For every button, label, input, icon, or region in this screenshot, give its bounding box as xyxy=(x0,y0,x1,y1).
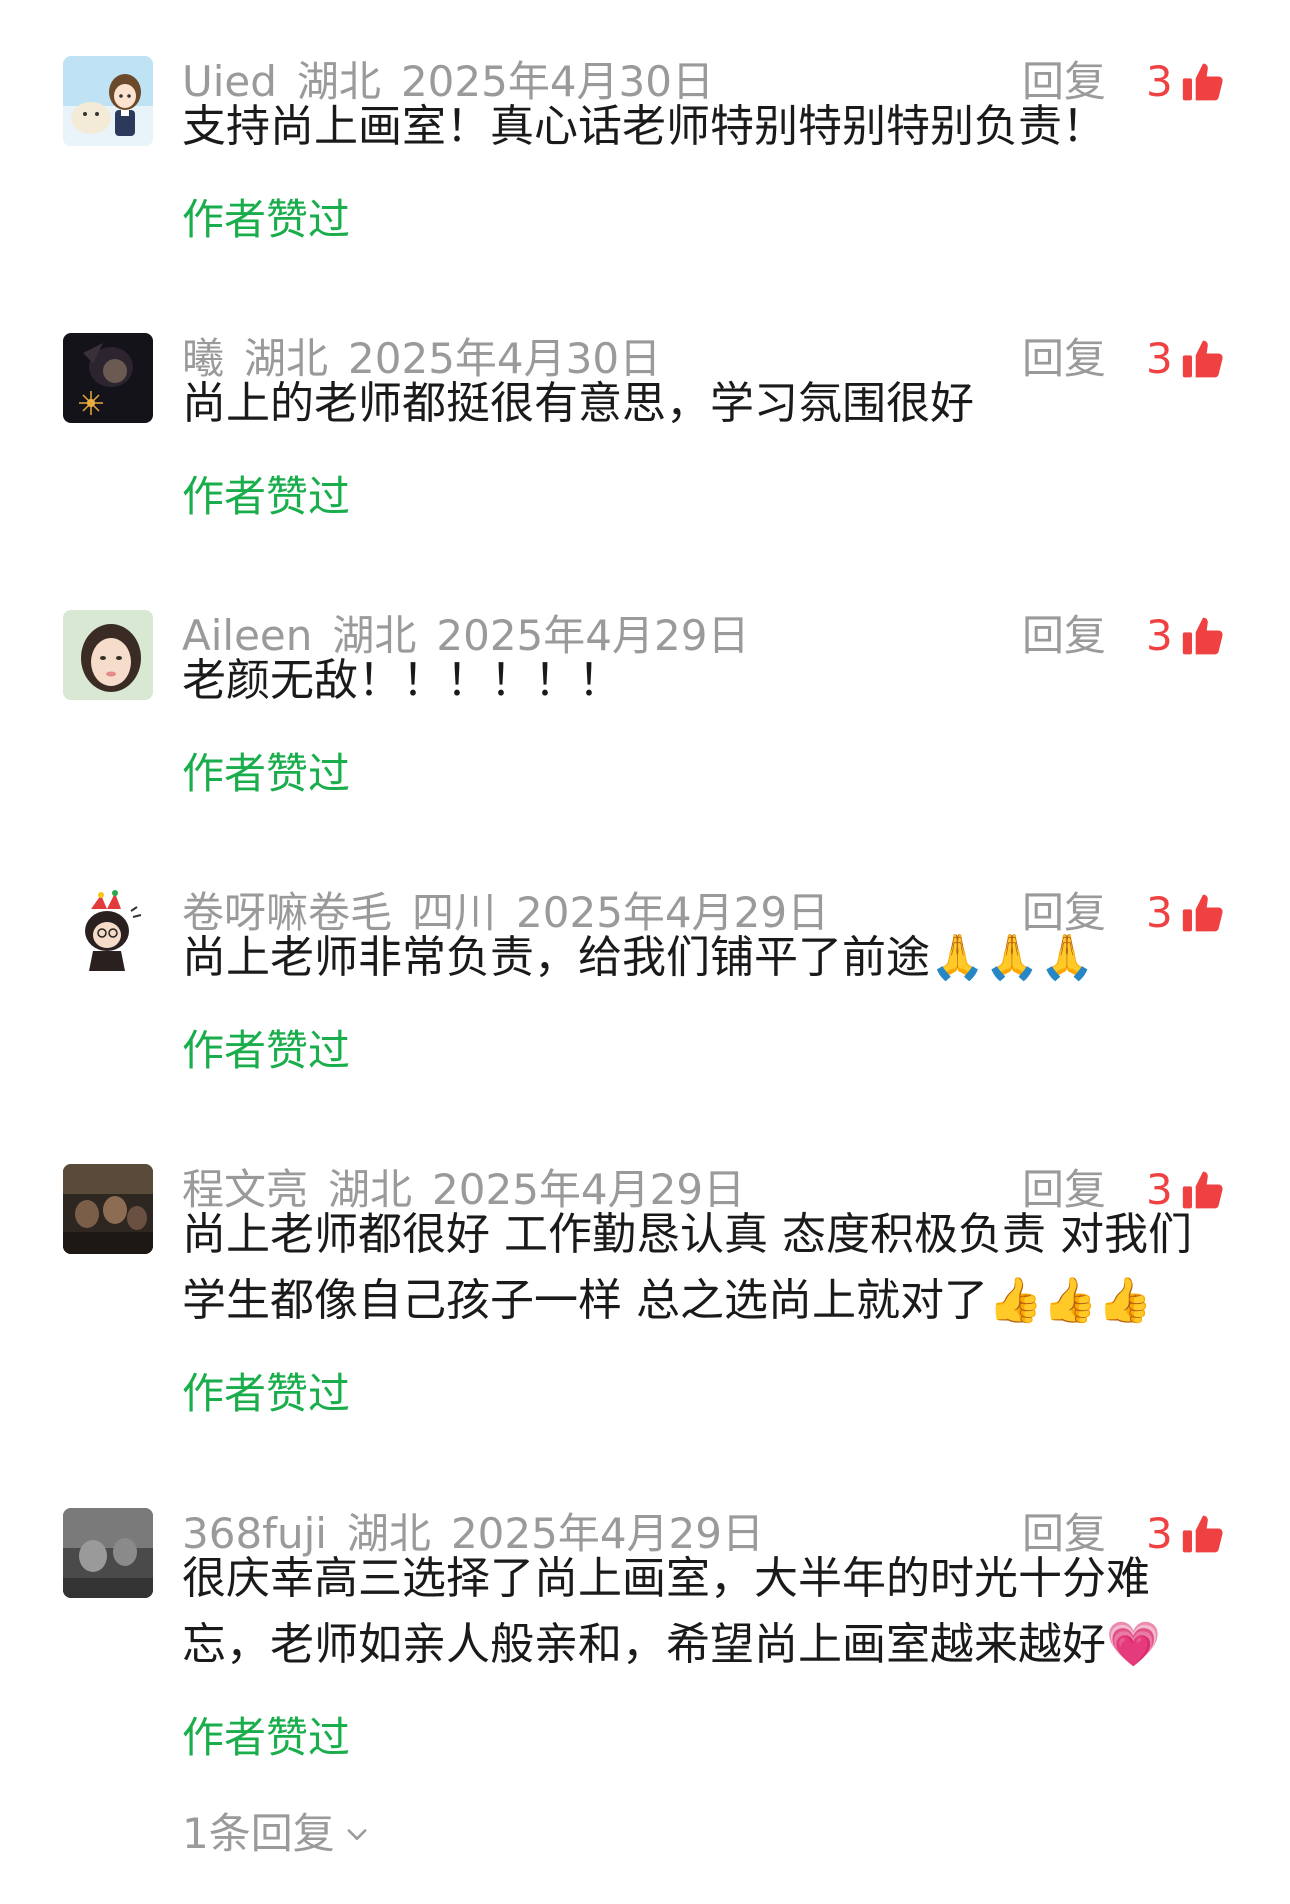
comment-text: 很庆幸高三选择了尚上画室，大半年的时光十分难忘，老师如亲人般亲和，希望尚上画室越… xyxy=(182,1553,1161,1670)
author-liked-badge: 作者赞过 xyxy=(182,1369,351,1418)
avatar[interactable] xyxy=(63,1508,153,1598)
avatar[interactable] xyxy=(63,610,153,700)
comment-text: 老颜无敌！！！！！！ xyxy=(182,655,622,706)
author-liked-badge: 作者赞过 xyxy=(182,749,351,798)
comment-text: 支持尚上画室！真心话老师特别特别特别负责！ xyxy=(182,101,1106,152)
avatar[interactable] xyxy=(63,56,153,146)
author-liked-badge: 作者赞过 xyxy=(182,472,351,521)
grey-photo-avatar-icon xyxy=(63,1508,153,1598)
comment-text: 尚上的老师都挺很有意思，学习氛围很好 xyxy=(182,378,974,429)
comment-text: 尚上老师都很好 工作勤恳认真 态度积极负责 对我们学生都像自己孩子一样 总之选尚… xyxy=(182,1209,1192,1326)
girl-portrait-avatar-icon xyxy=(63,610,153,700)
dark-portrait-avatar-icon xyxy=(63,333,153,423)
comment-text: 尚上老师非常负责，给我们铺平了前途🙏🙏🙏 xyxy=(182,932,1095,983)
group-photo-avatar-icon xyxy=(63,1164,153,1254)
author-liked-badge: 作者赞过 xyxy=(182,195,351,244)
view-replies-button[interactable]: 1条回复 xyxy=(182,1804,371,1864)
avatar[interactable] xyxy=(63,1164,153,1254)
comment-list: Uied 湖北 2025年4月30日 回复 3 支持尚上画室！真心话老师特别特别特别… xyxy=(0,0,1290,1904)
anime-girl-avatar-icon xyxy=(63,56,153,146)
author-liked-badge: 作者赞过 xyxy=(182,1713,351,1762)
replies-count-label: 1条回复 xyxy=(182,1809,335,1858)
avatar[interactable] xyxy=(63,887,153,977)
avatar[interactable] xyxy=(63,333,153,423)
author-liked-badge: 作者赞过 xyxy=(182,1026,351,1075)
chevron-down-icon xyxy=(347,1829,367,1840)
cartoon-character-avatar-icon xyxy=(63,887,153,977)
